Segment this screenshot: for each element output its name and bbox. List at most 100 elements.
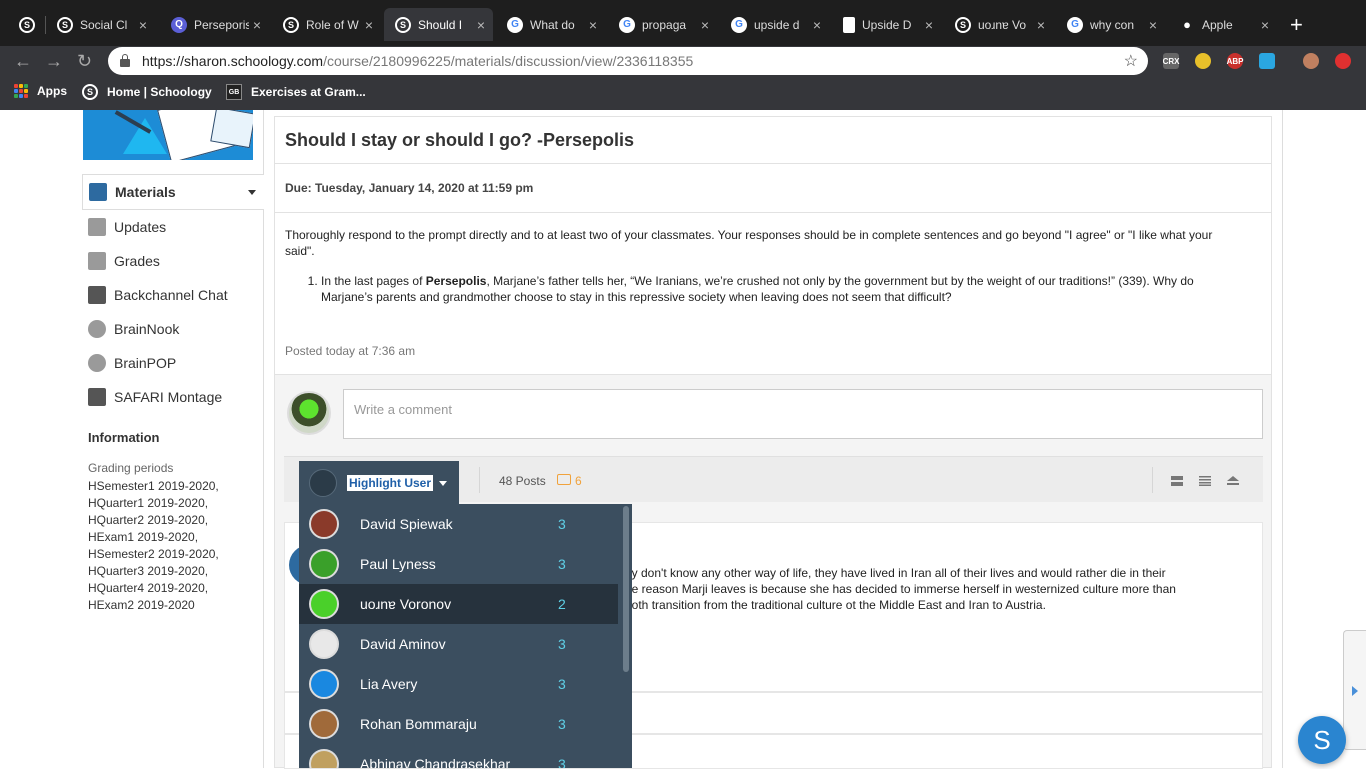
adblock-extension-icon[interactable]: ABP [1227, 53, 1243, 69]
schoology-tab-icon: S [19, 16, 35, 33]
google-tab-icon: G [1067, 16, 1083, 33]
tab-5[interactable]: G What do × [496, 8, 605, 41]
tab-10[interactable]: Gwhy con × [1056, 8, 1165, 41]
sidebar-item-brainnook[interactable]: BrainNook [82, 312, 264, 346]
browser-toolbar: ← → ↻ https://sharon.schoology.com/cours… [0, 46, 1366, 76]
close-tab-icon[interactable]: × [701, 17, 709, 33]
avatar [309, 709, 339, 739]
close-tab-icon[interactable]: × [1261, 17, 1269, 33]
new-tab-icon[interactable]: + [1290, 12, 1303, 38]
tab-3[interactable]: S Role of W × [272, 8, 381, 41]
tab-8[interactable]: Upside D × [832, 8, 941, 41]
close-tab-icon[interactable]: × [477, 17, 485, 33]
comment-icon [557, 474, 571, 485]
bookmark-apps[interactable]: Apps [14, 84, 67, 98]
highlight-user-option[interactable]: Paul Lyness 3 [299, 544, 618, 584]
schoology-tab-icon: S [57, 16, 73, 33]
sidebar-item-safari-montage[interactable]: SAFARI Montage [82, 380, 264, 414]
expanded-view-icon[interactable] [1171, 476, 1183, 486]
owl-extension-icon[interactable] [1195, 53, 1211, 69]
chevron-down-icon [439, 480, 448, 486]
avatar [309, 629, 339, 659]
chevron-down-icon[interactable] [248, 189, 256, 195]
avatar [309, 589, 339, 619]
safari-icon [88, 388, 106, 406]
current-user-avatar [287, 391, 331, 435]
close-tab-icon[interactable]: × [813, 17, 821, 33]
sidebar-item-updates[interactable]: Updates [82, 210, 264, 244]
gb-site-icon: GB [226, 84, 242, 100]
avatar [309, 469, 337, 497]
tab-2[interactable]: Q Perseporis × [160, 8, 269, 41]
post-text: ey don't know any other way of life, the… [625, 566, 1176, 612]
information-heading: Information [88, 430, 160, 445]
schoology-help-button[interactable]: S [1298, 716, 1346, 764]
crx-extension-icon[interactable]: CRX [1163, 53, 1179, 69]
side-panel-toggle[interactable] [1343, 630, 1366, 750]
sidebar-item-grades[interactable]: Grades [82, 244, 264, 278]
dropdown-scrollbar[interactable] [623, 506, 629, 672]
tab-11[interactable]: ● Apple × [1168, 8, 1277, 41]
forward-arrow-icon[interactable]: → [45, 51, 63, 72]
highlight-user-option[interactable]: Lia Avery 3 [299, 664, 618, 704]
collapse-icon[interactable] [1227, 476, 1239, 486]
apple-tab-icon: ● [1183, 17, 1191, 32]
tab-6[interactable]: Gpropaga × [608, 8, 717, 41]
highlight-user-option[interactable]: Abhinav Chandrasekhar 3 [299, 744, 618, 768]
highlight-user-button[interactable]: Highlight User [299, 461, 459, 505]
close-tab-icon[interactable]: × [365, 17, 373, 33]
tab-7[interactable]: Gupside d × [720, 8, 829, 41]
reload-icon[interactable]: ↻ [77, 51, 92, 72]
tab-4-active[interactable]: S Should I × [384, 8, 493, 41]
sidebar-item-materials[interactable]: Materials [82, 174, 264, 210]
highlight-user-option[interactable]: David Aminov 3 [299, 624, 618, 664]
tab-0[interactable]: S [8, 8, 44, 41]
google-tab-icon: G [507, 16, 523, 33]
close-tab-icon[interactable]: × [253, 17, 261, 33]
address-bar[interactable]: https://sharon.schoology.com/course/2180… [108, 47, 1148, 75]
tab-9[interactable]: Suoɹnɐ Vo × [944, 8, 1053, 41]
highlight-user-dropdown: David Spiewak 3 Paul Lyness 3 uoɹnɐ Voro… [299, 504, 632, 768]
close-tab-icon[interactable]: × [1149, 17, 1157, 33]
close-tab-icon[interactable]: × [139, 17, 147, 33]
sidebar-item-backchannel-chat[interactable]: Backchannel Chat [82, 278, 264, 312]
highlight-user-option[interactable]: Rohan Bommaraju 3 [299, 704, 618, 744]
bookmark-exercises[interactable]: GB Exercises at Gram... [226, 84, 366, 100]
schoology-tab-icon: S [955, 16, 971, 33]
sidebar-item-brainpop[interactable]: BrainPOP [82, 346, 264, 380]
instructions-text: Thoroughly respond to the prompt directl… [285, 228, 1213, 258]
quizlet-tab-icon: Q [171, 16, 187, 33]
discussion-prompt: Thoroughly respond to the prompt directl… [285, 227, 1245, 305]
upload-extension-icon[interactable] [1335, 53, 1351, 69]
highlight-user-option[interactable]: David Spiewak 3 [299, 504, 618, 544]
back-arrow-icon[interactable]: ← [14, 51, 32, 72]
posted-timestamp: Posted today at 7:36 am [285, 344, 416, 358]
schoology-tab-icon: S [395, 16, 411, 33]
tweetdeck-extension-icon[interactable] [1259, 53, 1275, 69]
question-list: In the last pages of Persepolis, Marjane… [321, 273, 1245, 305]
apps-grid-icon [14, 84, 28, 98]
close-tab-icon[interactable]: × [1037, 17, 1045, 33]
comment-input[interactable]: Write a comment [343, 389, 1263, 439]
page-title: Should I stay or should I go? -Persepoli… [285, 130, 635, 150]
grading-periods-list: HSemester1 2019-2020, HQuarter1 2019-202… [88, 479, 219, 612]
discussion-toolbar: Highlight User 48 Posts 6 [284, 456, 1263, 505]
bookmark-star-icon[interactable]: ☆ [1124, 51, 1138, 71]
tab-1[interactable]: S Social Cl × [46, 8, 155, 41]
page-content: Materials Updates Grades Backchannel Cha… [0, 110, 1366, 769]
document-tab-icon [843, 16, 855, 33]
new-comments-count[interactable]: 6 [575, 474, 582, 488]
close-tab-icon[interactable]: × [925, 17, 933, 33]
course-sidebar-nav: Materials Updates Grades Backchannel Cha… [82, 174, 264, 414]
bookmark-schoology-home[interactable]: S Home | Schoology [82, 84, 212, 100]
posts-count: 48 Posts [499, 474, 546, 488]
close-tab-icon[interactable]: × [589, 17, 597, 33]
list-view-icon[interactable] [1199, 476, 1211, 486]
profile-avatar[interactable] [1303, 53, 1319, 69]
updates-icon [88, 218, 106, 236]
question-item: In the last pages of Persepolis, Marjane… [321, 273, 1245, 305]
brainpop-icon [88, 354, 106, 372]
highlight-user-option-selected[interactable]: uoɹnɐ Voronov 2 [299, 584, 618, 624]
avatar [309, 509, 339, 539]
brainnook-icon [88, 320, 106, 338]
